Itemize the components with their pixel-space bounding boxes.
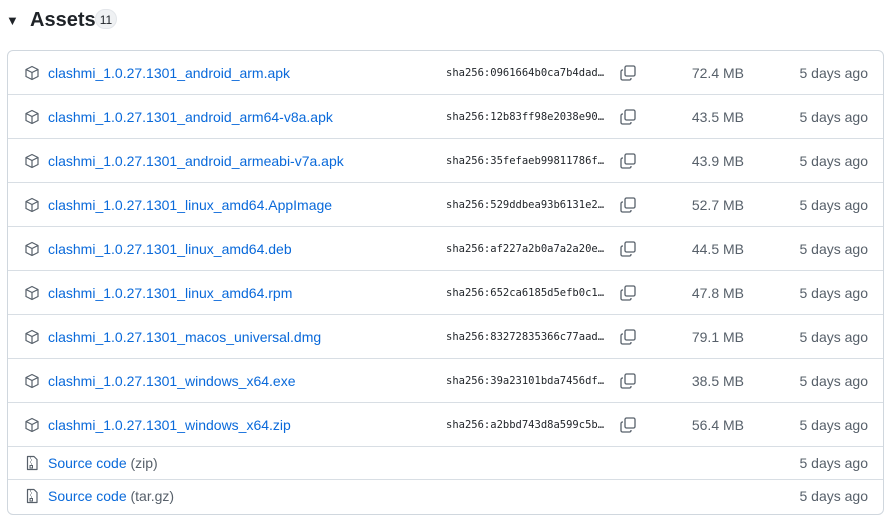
asset-sha256: sha256:12b83ff98e2038e90… <box>446 110 605 123</box>
copy-icon[interactable] <box>619 196 637 214</box>
asset-sha256: sha256:83272835366c77aad… <box>446 330 605 343</box>
package-icon <box>25 241 39 256</box>
source-code-label: Source code <box>48 455 127 471</box>
assets-list: clashmi_1.0.27.1301_android_arm.apk sha2… <box>7 50 884 515</box>
source-code-format: (tar.gz) <box>130 488 175 504</box>
asset-row: clashmi_1.0.27.1301_macos_universal.dmg … <box>8 314 883 358</box>
package-icon <box>25 109 39 124</box>
copy-icon[interactable] <box>619 328 637 346</box>
copy-icon[interactable] <box>619 108 637 126</box>
asset-date: 5 days ago <box>799 64 869 81</box>
asset-download-link[interactable]: clashmi_1.0.27.1301_android_arm64-v8a.ap… <box>48 109 333 125</box>
asset-row: clashmi_1.0.27.1301_windows_x64.exe sha2… <box>8 358 883 402</box>
asset-date: 5 days ago <box>799 372 869 389</box>
file-zip-icon <box>26 455 38 471</box>
asset-sha256: sha256:a2bbd743d8a599c5b… <box>446 418 605 431</box>
package-icon <box>25 153 39 168</box>
copy-icon[interactable] <box>619 64 637 82</box>
asset-row: clashmi_1.0.27.1301_linux_amd64.deb sha2… <box>8 226 883 270</box>
asset-date: 5 days ago <box>799 284 869 301</box>
asset-download-link[interactable]: clashmi_1.0.27.1301_android_armeabi-v7a.… <box>48 153 344 169</box>
asset-size: 52.7 MB <box>691 196 744 213</box>
asset-size: 56.4 MB <box>691 416 744 433</box>
asset-sha256: sha256:652ca6185d5efb0c1… <box>446 286 605 299</box>
asset-download-link[interactable]: clashmi_1.0.27.1301_windows_x64.exe <box>48 373 296 389</box>
source-code-date: 5 days ago <box>799 488 869 504</box>
copy-icon[interactable] <box>619 372 637 390</box>
source-code-label: Source code <box>48 488 127 504</box>
copy-icon[interactable] <box>619 240 637 258</box>
asset-size: 47.8 MB <box>691 284 744 301</box>
asset-sha256: sha256:39a23101bda7456df… <box>446 374 605 387</box>
package-icon <box>25 65 39 80</box>
asset-size: 43.5 MB <box>691 108 744 125</box>
asset-date: 5 days ago <box>799 152 869 169</box>
asset-download-link[interactable]: clashmi_1.0.27.1301_linux_amd64.deb <box>48 241 292 257</box>
asset-sha256: sha256:35fefaeb99811786f… <box>446 154 605 167</box>
asset-size: 43.9 MB <box>691 152 744 169</box>
asset-download-link[interactable]: clashmi_1.0.27.1301_linux_amd64.rpm <box>48 285 292 301</box>
asset-row: clashmi_1.0.27.1301_windows_x64.zip sha2… <box>8 402 883 446</box>
copy-icon[interactable] <box>619 284 637 302</box>
package-icon <box>25 197 39 212</box>
asset-size: 38.5 MB <box>691 372 744 389</box>
asset-date: 5 days ago <box>799 196 869 213</box>
asset-download-link[interactable]: clashmi_1.0.27.1301_windows_x64.zip <box>48 417 291 433</box>
package-icon <box>25 285 39 300</box>
asset-row: clashmi_1.0.27.1301_android_arm.apk sha2… <box>8 51 883 94</box>
source-code-date: 5 days ago <box>799 455 869 471</box>
source-code-row: Source code (tar.gz) 5 days ago <box>8 479 883 512</box>
source-code-row: Source code (zip) 5 days ago <box>8 446 883 479</box>
asset-row: clashmi_1.0.27.1301_android_armeabi-v7a.… <box>8 138 883 182</box>
asset-row: clashmi_1.0.27.1301_linux_amd64.rpm sha2… <box>8 270 883 314</box>
asset-row: clashmi_1.0.27.1301_android_arm64-v8a.ap… <box>8 94 883 138</box>
assets-count-badge: 11 <box>95 9 117 29</box>
asset-download-link[interactable]: clashmi_1.0.27.1301_android_arm.apk <box>48 65 290 81</box>
source-code-targz-link[interactable]: Source code (tar.gz) <box>48 488 174 504</box>
source-code-zip-link[interactable]: Source code (zip) <box>48 455 158 471</box>
package-icon <box>25 373 39 388</box>
asset-sha256: sha256:af227a2b0a7a2a20e… <box>446 242 605 255</box>
assets-header[interactable]: ▼ Assets 11 <box>0 0 890 42</box>
asset-sha256: sha256:0961664b0ca7b4dad… <box>446 66 605 79</box>
asset-size: 79.1 MB <box>691 328 744 345</box>
asset-sha256: sha256:529ddbea93b6131e2… <box>446 198 605 211</box>
package-icon <box>25 329 39 344</box>
assets-title: Assets <box>30 9 96 31</box>
copy-icon[interactable] <box>619 416 637 434</box>
asset-size: 72.4 MB <box>691 64 744 81</box>
asset-download-link[interactable]: clashmi_1.0.27.1301_linux_amd64.AppImage <box>48 197 332 213</box>
asset-size: 44.5 MB <box>691 240 744 257</box>
copy-icon[interactable] <box>619 152 637 170</box>
asset-download-link[interactable]: clashmi_1.0.27.1301_macos_universal.dmg <box>48 329 321 345</box>
asset-date: 5 days ago <box>799 108 869 125</box>
package-icon <box>25 417 39 432</box>
asset-row: clashmi_1.0.27.1301_linux_amd64.AppImage… <box>8 182 883 226</box>
asset-date: 5 days ago <box>799 328 869 345</box>
asset-date: 5 days ago <box>799 416 869 433</box>
asset-date: 5 days ago <box>799 240 869 257</box>
file-zip-icon <box>26 488 38 504</box>
triangle-down-icon[interactable]: ▼ <box>6 13 19 29</box>
source-code-format: (zip) <box>130 455 158 471</box>
